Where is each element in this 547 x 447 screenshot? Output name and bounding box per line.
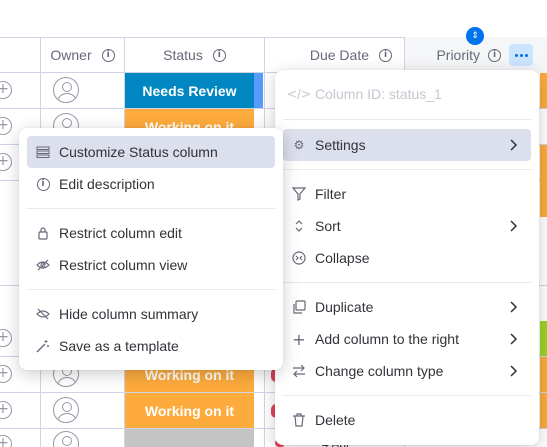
avatar[interactable] xyxy=(53,397,79,423)
restrict-view-item[interactable]: Restrict column view xyxy=(27,249,275,281)
save-template-item[interactable]: Save as a template xyxy=(27,330,275,362)
collapse-icon xyxy=(291,250,307,266)
hide-icon xyxy=(35,306,51,322)
duplicate-menu-item[interactable]: Duplicate xyxy=(283,291,531,323)
priority-cell[interactable] xyxy=(540,393,547,428)
more-icon[interactable] xyxy=(509,44,533,66)
status-column-header[interactable]: Status i xyxy=(125,37,264,73)
chevron-right-icon xyxy=(510,220,518,232)
sort-icon xyxy=(291,218,307,234)
settings-menu-item[interactable]: ⚙ Settings xyxy=(283,129,531,161)
restrict-edit-label: Restrict column edit xyxy=(59,225,182,241)
add-person-icon[interactable]: + xyxy=(0,365,12,383)
info-icon: i xyxy=(35,176,51,192)
add-column-right-label: Add column to the right xyxy=(315,331,459,347)
info-icon[interactable]: i xyxy=(212,48,226,62)
info-icon[interactable]: i xyxy=(379,48,392,62)
status-cell[interactable]: Working on it xyxy=(125,393,254,428)
due-date-column-header[interactable]: Due Date i xyxy=(265,37,404,73)
add-column-right-menu-item[interactable]: + Add column to the right xyxy=(283,323,531,355)
menu-divider xyxy=(283,282,531,283)
list-icon xyxy=(35,144,51,160)
priority-cell[interactable] xyxy=(540,321,547,356)
due-date-header-label: Due Date xyxy=(309,47,369,63)
menu-divider xyxy=(283,119,531,120)
duplicate-label: Duplicate xyxy=(315,299,374,315)
owner-column-header[interactable]: Owner i xyxy=(41,37,124,73)
filter-icon xyxy=(291,186,307,202)
settings-label: Settings xyxy=(315,137,366,153)
avatar[interactable] xyxy=(53,77,79,103)
gear-icon: ⚙ xyxy=(293,138,305,152)
status-header-label: Status xyxy=(163,47,203,63)
filter-label: Filter xyxy=(315,186,347,202)
status-strip xyxy=(254,73,263,108)
eye-slash-icon xyxy=(35,257,51,273)
edit-description-label: Edit description xyxy=(59,176,155,192)
status-cell[interactable] xyxy=(125,429,254,447)
restrict-edit-item[interactable]: Restrict column edit xyxy=(27,217,275,249)
collapse-menu-item[interactable]: Collapse xyxy=(283,242,531,274)
magic-wand-icon xyxy=(35,338,51,354)
add-person-icon[interactable]: + xyxy=(0,153,12,171)
priority-cell[interactable] xyxy=(540,145,547,217)
hide-summary-item[interactable]: Hide column summary xyxy=(27,298,275,330)
lock-icon xyxy=(35,225,51,241)
chevron-right-icon xyxy=(510,333,518,345)
chevron-right-icon xyxy=(510,365,518,377)
menu-divider xyxy=(27,289,275,290)
sort-menu-item[interactable]: Sort xyxy=(283,210,531,242)
sort-badge-icon[interactable]: ⇕ xyxy=(466,27,484,45)
edit-description-item[interactable]: i Edit description xyxy=(27,168,275,200)
priority-header-label: Priority xyxy=(436,47,480,63)
plus-icon: + xyxy=(292,329,306,349)
column-id-label: Column ID: status_1 xyxy=(315,86,442,102)
menu-divider xyxy=(283,395,531,396)
info-icon[interactable]: i xyxy=(488,48,501,62)
avatar[interactable] xyxy=(53,431,79,447)
settings-submenu: Customize Status column i Edit descripti… xyxy=(19,128,283,370)
swap-icon xyxy=(291,363,307,379)
add-person-icon[interactable]: + xyxy=(0,117,12,135)
save-template-label: Save as a template xyxy=(59,338,179,354)
trash-icon xyxy=(291,412,307,428)
menu-divider xyxy=(283,169,531,170)
chevron-right-icon xyxy=(510,301,518,313)
column-id-item: </> Column ID: status_1 xyxy=(283,78,531,110)
priority-cell[interactable] xyxy=(540,357,547,392)
customize-status-label: Customize Status column xyxy=(59,144,218,160)
code-icon: </> xyxy=(286,87,312,101)
add-person-icon[interactable]: + xyxy=(0,329,12,347)
status-cell[interactable]: Needs Review xyxy=(125,73,254,108)
priority-cell[interactable] xyxy=(540,73,547,108)
add-person-icon[interactable]: + xyxy=(0,401,12,419)
add-person-icon[interactable]: + xyxy=(0,81,12,99)
hide-summary-label: Hide column summary xyxy=(59,306,199,322)
filter-menu-item[interactable]: Filter xyxy=(283,178,531,210)
change-column-type-menu-item[interactable]: Change column type xyxy=(283,355,531,387)
owner-header-label: Owner xyxy=(50,47,92,63)
menu-divider xyxy=(27,208,275,209)
duplicate-icon xyxy=(291,299,307,315)
change-column-type-label: Change column type xyxy=(315,363,444,379)
column-options-menu: </> Column ID: status_1 ⚙ Settings Filte… xyxy=(275,70,539,445)
info-icon[interactable]: i xyxy=(101,48,115,62)
chevron-right-icon xyxy=(510,139,518,151)
customize-status-item[interactable]: Customize Status column xyxy=(27,136,275,168)
collapse-label: Collapse xyxy=(315,250,370,266)
delete-menu-item[interactable]: Delete xyxy=(283,404,531,436)
restrict-view-label: Restrict column view xyxy=(59,257,188,273)
delete-label: Delete xyxy=(315,412,356,428)
add-person-icon[interactable]: + xyxy=(0,435,12,447)
sort-label: Sort xyxy=(315,218,341,234)
